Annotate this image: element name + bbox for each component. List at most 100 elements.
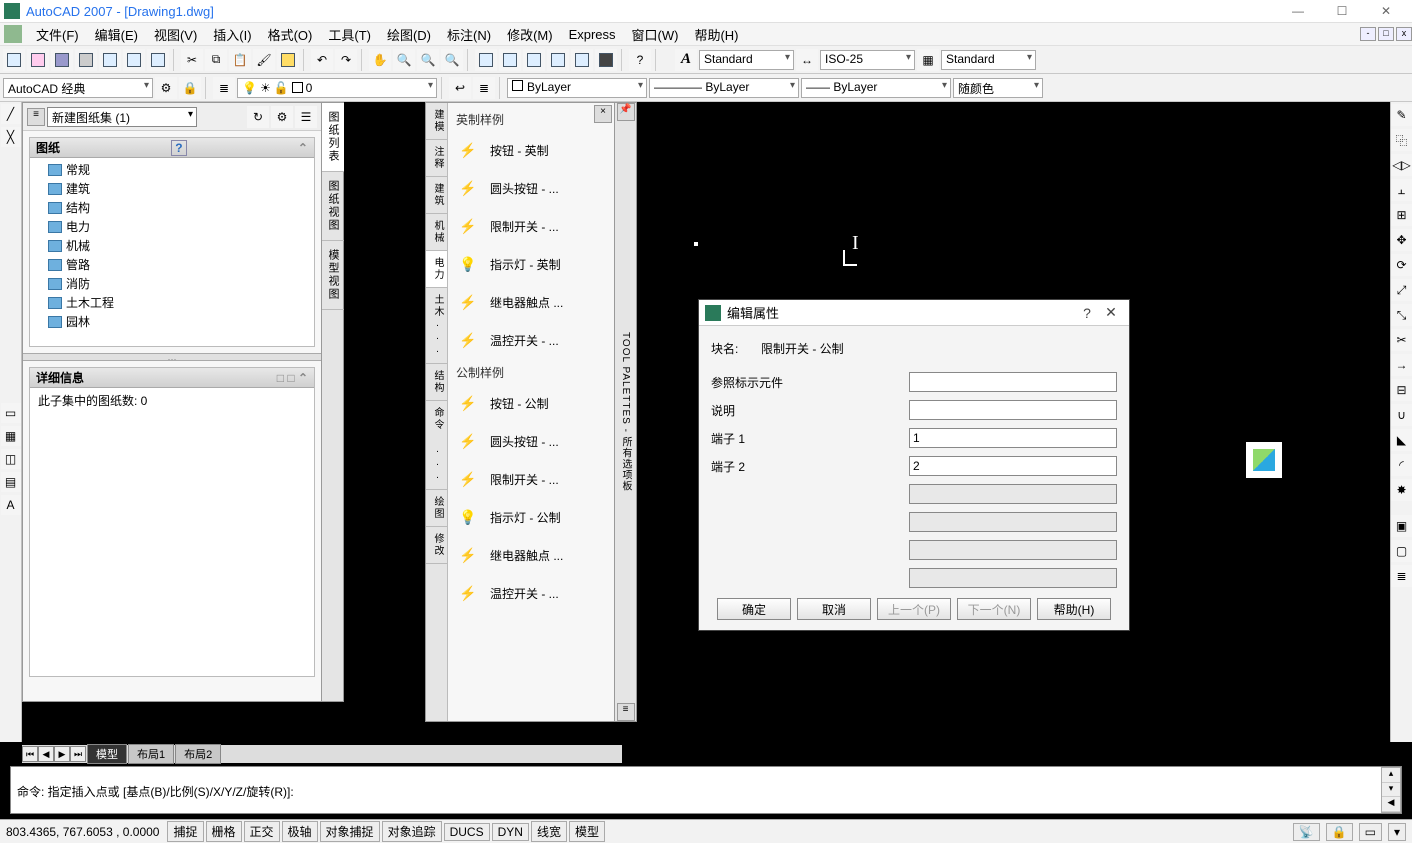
menu-express[interactable]: Express (561, 25, 624, 44)
zoom-window-button[interactable]: 🔍 (417, 49, 439, 71)
dialog-help-button[interactable]: ? (1075, 305, 1099, 321)
open-button[interactable] (27, 49, 49, 71)
status-comm-icon[interactable]: 📡 (1293, 823, 1320, 841)
paste-button[interactable]: 📋 (229, 49, 251, 71)
chamfer-icon[interactable]: ◣ (1391, 429, 1412, 451)
rectangle-icon[interactable]: ▭ (1, 403, 21, 423)
tablestyle-dropdown[interactable]: Standard (941, 50, 1036, 70)
plot-button[interactable] (75, 49, 97, 71)
move-icon[interactable]: ✥ (1391, 229, 1412, 251)
plotstyle-dropdown[interactable]: 随颜色 (953, 78, 1043, 98)
minimize-button[interactable]: — (1276, 0, 1320, 22)
new-button[interactable] (3, 49, 25, 71)
palette-item[interactable]: 💡指示灯 - 英制 (448, 246, 614, 284)
command-line[interactable]: 命令: 指定插入点或 [基点(B)/比例(S)/X/Y/Z/旋转(R)]: (10, 766, 1402, 814)
lineweight-dropdown[interactable]: —— ByLayer (801, 78, 951, 98)
tab-nav-next[interactable]: ▶ (54, 746, 70, 762)
palette-item[interactable]: 💡指示灯 - 公制 (448, 499, 614, 537)
palette-item[interactable]: ⚡温控开关 - ... (448, 575, 614, 613)
palette-pin-button[interactable]: 📌 (617, 103, 635, 121)
menu-insert[interactable]: 插入(I) (205, 23, 259, 46)
help-button[interactable]: ? (629, 49, 651, 71)
palette-item[interactable]: ⚡继电器触点 ... (448, 537, 614, 575)
sheets-help-icon[interactable]: ? (171, 140, 186, 156)
layer-previous-button[interactable]: ↩ (449, 77, 471, 99)
textstyle-dropdown[interactable]: Standard (699, 50, 794, 70)
vtab-sheetview[interactable]: 图纸视图 (322, 172, 344, 241)
textstyle-icon[interactable]: A (675, 49, 697, 71)
tab-layout1[interactable]: 布局1 (128, 744, 174, 764)
fillet-icon[interactable]: ◜ (1391, 454, 1412, 476)
menu-modify[interactable]: 修改(M) (499, 23, 561, 46)
ok-button[interactable]: 确定 (717, 598, 791, 620)
text-icon[interactable]: A (1, 495, 21, 515)
palette-tab-struct[interactable]: 结构 (426, 364, 447, 401)
command-scrollbar[interactable]: ▴▾◀ (1381, 767, 1401, 813)
status-ducs[interactable]: DUCS (444, 823, 490, 841)
designcenter-button[interactable] (499, 49, 521, 71)
palette-close-button[interactable]: × (594, 105, 612, 123)
zoom-previous-button[interactable]: 🔍 (441, 49, 463, 71)
menu-tools[interactable]: 工具(T) (320, 23, 379, 46)
status-menu-icon[interactable]: ▾ (1388, 823, 1406, 841)
sheetset-splitter[interactable]: ⋯ (23, 353, 321, 361)
sheets-tree[interactable]: 常规 建筑 结构 电力 机械 管路 消防 土木工程 园林 (30, 158, 314, 333)
palette-tab-annotate[interactable]: 注释 (426, 140, 447, 177)
palette-item[interactable]: ⚡按钮 - 公制 (448, 385, 614, 423)
vtab-sheetlist[interactable]: 图纸列表 (322, 103, 344, 172)
layer-states-button[interactable]: ≣ (473, 77, 495, 99)
palette-tab-model[interactable]: 建模 (426, 103, 447, 140)
send-button[interactable] (147, 49, 169, 71)
copy-obj-icon[interactable]: ⿻ (1391, 129, 1412, 151)
cancel-button[interactable]: 取消 (797, 598, 871, 620)
calc-button[interactable] (595, 49, 617, 71)
close-button[interactable]: ✕ (1364, 0, 1408, 22)
line-icon[interactable]: ╱ (1, 104, 21, 124)
palette-tab-elec[interactable]: 电力 (426, 251, 447, 288)
status-polar[interactable]: 极轴 (282, 821, 318, 842)
attr-input-1[interactable] (909, 400, 1117, 420)
offset-icon[interactable]: ⫠ (1391, 179, 1412, 201)
rotate-icon[interactable]: ⟳ (1391, 254, 1412, 276)
menu-file[interactable]: 文件(F) (28, 23, 87, 46)
palette-item[interactable]: ⚡圆头按钮 - ... (448, 170, 614, 208)
menu-window[interactable]: 窗口(W) (624, 23, 687, 46)
sheetset-tool1-button[interactable]: ⚙ (271, 106, 293, 128)
redo-button[interactable]: ↷ (335, 49, 357, 71)
menu-help[interactable]: 帮助(H) (686, 23, 746, 46)
palette-item[interactable]: ⚡温控开关 - ... (448, 322, 614, 360)
palette-item[interactable]: ⚡限制开关 - ... (448, 461, 614, 499)
layer-manager-button[interactable]: ≣ (213, 77, 235, 99)
array-icon[interactable]: ⊞ (1391, 204, 1412, 226)
status-tray-icon[interactable]: ▭ (1359, 823, 1382, 841)
xline-icon[interactable]: ╳ (1, 127, 21, 147)
pan-button[interactable]: ✋ (369, 49, 391, 71)
attr-input-0[interactable] (909, 372, 1117, 392)
palette-tab-mech[interactable]: 机械 (426, 214, 447, 251)
status-grid[interactable]: 栅格 (206, 821, 242, 842)
dimstyle-dropdown[interactable]: ISO-25 (820, 50, 915, 70)
dimstyle-icon[interactable]: ↔ (796, 49, 818, 71)
linetype-dropdown[interactable]: ———— ByLayer (649, 78, 799, 98)
palette-item[interactable]: ⚡限制开关 - ... (448, 208, 614, 246)
tab-layout2[interactable]: 布局2 (175, 744, 221, 764)
workspace-dropdown[interactable]: AutoCAD 经典 (3, 78, 153, 98)
palette-tab-arch[interactable]: 建筑 (426, 177, 447, 214)
palette-tab-draw[interactable]: 绘图 (426, 490, 447, 527)
extend-icon[interactable]: → (1391, 354, 1412, 376)
region-icon[interactable]: ◫ (1, 449, 21, 469)
menu-view[interactable]: 视图(V) (146, 23, 205, 46)
mirror-icon[interactable]: ◁▷ (1391, 154, 1412, 176)
palette-item[interactable]: ⚡继电器触点 ... (448, 284, 614, 322)
tab-model[interactable]: 模型 (87, 744, 127, 764)
stretch-icon[interactable]: ⤡ (1391, 304, 1412, 326)
undo-button[interactable]: ↶ (311, 49, 333, 71)
palette-tab-cmd[interactable]: 命令 ... (426, 401, 447, 490)
sheetset-dropdown[interactable]: 新建图纸集 (1) (47, 107, 197, 127)
workspace-settings-button[interactable]: ⚙ (155, 77, 177, 99)
dialog-titlebar[interactable]: 编辑属性 ? ✕ (699, 300, 1129, 326)
send-back-icon[interactable]: ▢ (1391, 540, 1412, 562)
workspace-lock-button[interactable]: 🔒 (179, 77, 201, 99)
explode-icon[interactable]: ✸ (1391, 479, 1412, 501)
tab-nav-prev[interactable]: ◀ (38, 746, 54, 762)
